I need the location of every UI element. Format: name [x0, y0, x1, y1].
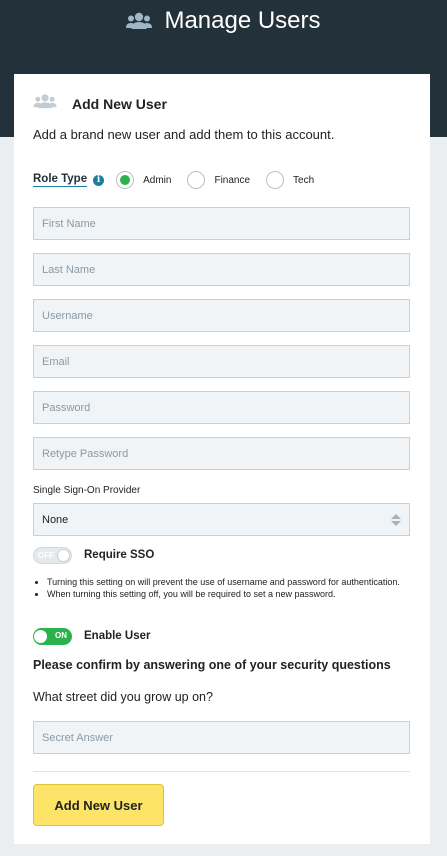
- card-header: Add New User: [33, 93, 167, 114]
- require-sso-toggle[interactable]: OFF: [33, 546, 72, 564]
- radio-admin[interactable]: [116, 171, 135, 189]
- radio-admin-label: Admin: [143, 174, 172, 186]
- list-item: Turning this setting on will prevent the…: [47, 577, 407, 588]
- add-user-card: Add New User Add a brand new user and ad…: [14, 74, 430, 844]
- radio-tech-label: Tech: [293, 174, 315, 186]
- toggle-state-text: OFF: [38, 550, 54, 560]
- role-type-label: Role Type: [33, 173, 88, 187]
- select-arrows-icon: [391, 513, 401, 526]
- page-title: Manage Users: [164, 7, 321, 34]
- card-subtitle: Add a brand new user and add them to thi…: [33, 127, 335, 142]
- role-type-group: Role Type i Admin Finance Tech: [33, 170, 314, 190]
- divider: [33, 771, 410, 772]
- list-item: When turning this setting off, you will …: [47, 589, 407, 600]
- username-field[interactable]: Username: [33, 299, 410, 332]
- enable-user-row: ON Enable User: [33, 627, 150, 645]
- info-icon[interactable]: i: [93, 174, 105, 186]
- sso-provider-label: Single Sign-On Provider: [33, 485, 141, 496]
- security-prompt: Please confirm by answering one of your …: [33, 658, 391, 672]
- security-question: What street did you grow up on?: [33, 690, 213, 704]
- toggle-state-text: ON: [55, 630, 67, 640]
- sso-notes: Turning this setting on will prevent the…: [47, 577, 407, 601]
- add-new-user-button[interactable]: Add New User: [33, 784, 164, 826]
- radio-finance[interactable]: [187, 171, 206, 189]
- retype-password-field[interactable]: Retype Password: [33, 437, 410, 470]
- enable-user-toggle[interactable]: ON: [33, 627, 72, 645]
- users-icon: [126, 11, 153, 31]
- users-icon: [33, 93, 57, 114]
- require-sso-label: Require SSO: [84, 549, 155, 561]
- first-name-field[interactable]: First Name: [33, 207, 410, 240]
- radio-finance-label: Finance: [214, 174, 251, 186]
- secret-answer-field[interactable]: Secret Answer: [33, 721, 410, 754]
- card-title: Add New User: [72, 95, 167, 112]
- header-title-group: Manage Users: [0, 6, 447, 36]
- radio-tech[interactable]: [266, 171, 285, 189]
- sso-provider-select[interactable]: None: [33, 503, 410, 536]
- email-field[interactable]: Email: [33, 345, 410, 378]
- last-name-field[interactable]: Last Name: [33, 253, 410, 286]
- sso-provider-value: None: [42, 513, 69, 526]
- require-sso-row: OFF Require SSO: [33, 546, 154, 564]
- enable-user-label: Enable User: [84, 630, 151, 642]
- password-field[interactable]: Password: [33, 391, 410, 424]
